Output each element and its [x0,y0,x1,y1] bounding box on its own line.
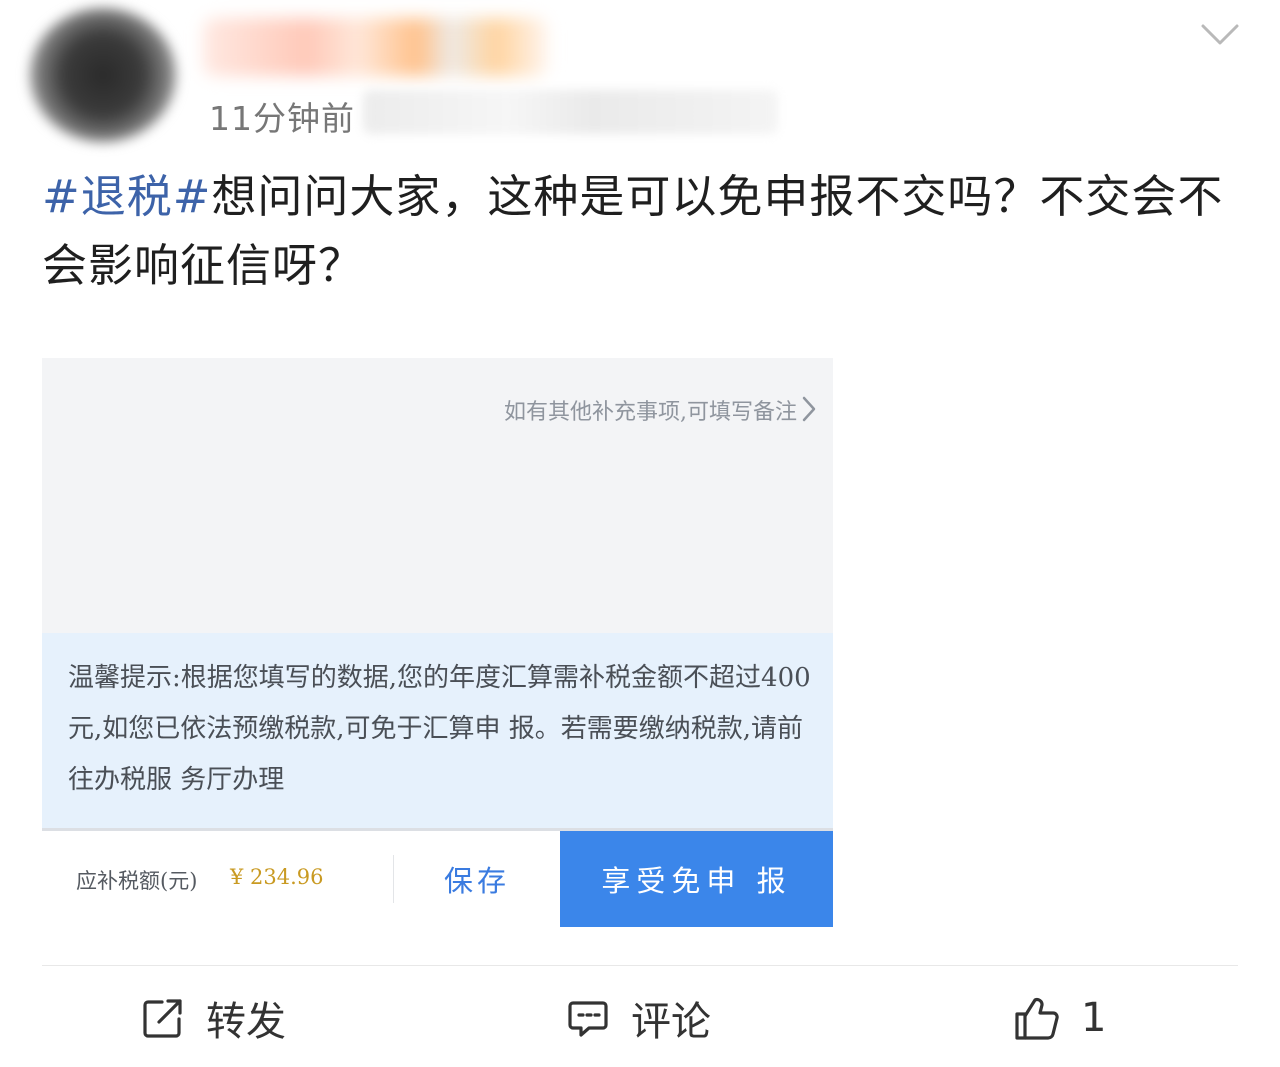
chevron-right-icon [802,396,816,422]
post-body: 想问问大家，这种是可以免申报不交吗？不交会不会影响征信呀？ [42,170,1224,292]
chevron-down-icon[interactable] [1200,22,1240,48]
like-count: 1 [1081,995,1107,1041]
thumbs-up-icon [1015,997,1059,1040]
tax-amount-label: 应补税额(元) [76,869,198,893]
like-button[interactable]: 1 [1013,988,1106,1048]
avatar[interactable] [30,8,176,142]
tip-banner: 温馨提示:根据您填写的数据,您的年度汇算需补税金额不超过400元,如您已依法预缴… [42,633,833,828]
share-icon [143,999,182,1038]
exempt-declaration-button: 享受免申 报 [560,831,833,927]
remark-hint: 如有其他补充事项,可填写备注 [504,400,797,425]
post-time: 11分钟前 [209,99,355,138]
forward-button[interactable]: 转发 [142,988,286,1048]
attached-image[interactable]: 如有其他补充事项,可填写备注 温馨提示:根据您填写的数据,您的年度汇算需补税金额… [42,358,833,927]
post-text: #退税#想问问大家，这种是可以免申报不交吗？不交会不会影响征信呀？ [42,162,1232,300]
username-redacted[interactable] [203,18,548,76]
tax-amount-value: ¥ 234.96 [230,865,324,889]
forward-label: 转发 [206,999,286,1045]
source-redacted [363,90,778,134]
comment-button[interactable]: 评论 [567,988,711,1048]
comment-label: 评论 [631,999,711,1045]
divider [42,965,1238,966]
tip-text: 温馨提示:根据您填写的数据,您的年度汇算需补税金额不超过400元,如您已依法预缴… [68,663,811,795]
comment-icon [568,1001,608,1037]
topic-tag[interactable]: #退税# [42,170,211,223]
save-button: 保存 [443,864,510,898]
action-bar: 应补税额(元) ¥ 234.96 保存 享受免申 报 [42,831,833,927]
